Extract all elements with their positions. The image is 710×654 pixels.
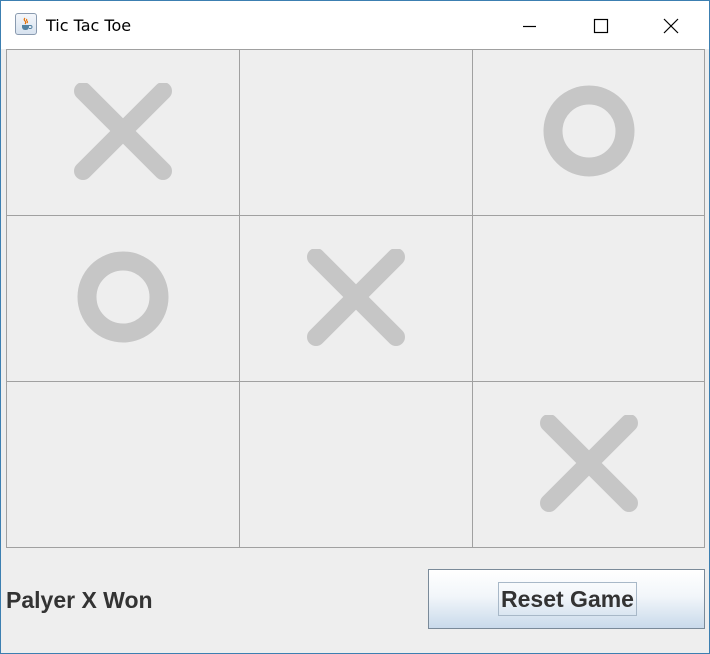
board-cell-3-3[interactable] [472, 381, 705, 548]
maximize-button[interactable] [566, 1, 636, 49]
title-bar[interactable]: Tic Tac Toe [1, 1, 709, 49]
o-mark-icon [73, 249, 173, 349]
board-cell-2-1[interactable] [6, 215, 240, 382]
board-cell-2-2[interactable] [239, 215, 473, 382]
board-cell-1-3[interactable] [472, 49, 705, 216]
reset-game-label: Reset Game [498, 582, 637, 616]
x-mark-icon [539, 414, 639, 515]
board-cell-1-2[interactable] [239, 49, 473, 216]
minimize-icon [523, 25, 536, 28]
reset-game-button[interactable]: Reset Game [428, 569, 705, 629]
close-icon [663, 18, 679, 34]
minimize-button[interactable] [496, 1, 566, 49]
o-mark-icon [539, 83, 639, 183]
app-window: Tic Tac Toe Palyer X Won Reset Game [0, 0, 710, 654]
maximize-icon [593, 18, 609, 34]
status-label: Palyer X Won [6, 587, 153, 613]
board-cell-1-1[interactable] [6, 49, 240, 216]
game-board [6, 49, 705, 548]
board-cell-2-3[interactable] [472, 215, 705, 382]
window-title: Tic Tac Toe [46, 16, 132, 35]
board-cell-3-1[interactable] [6, 381, 240, 548]
board-cell-3-2[interactable] [239, 381, 473, 548]
close-button[interactable] [636, 1, 706, 49]
x-mark-icon [73, 82, 173, 183]
java-cup-icon [15, 13, 37, 35]
x-mark-icon [306, 248, 406, 349]
